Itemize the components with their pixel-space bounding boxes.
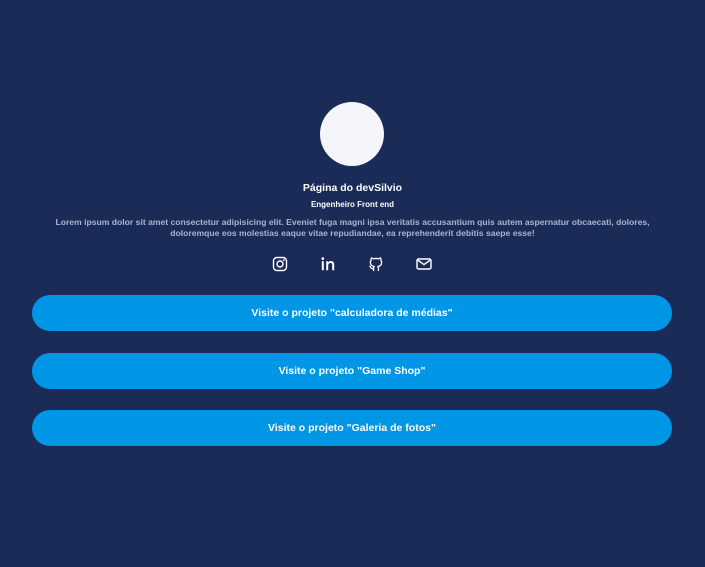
instagram-link[interactable] (271, 255, 289, 273)
mail-icon (415, 255, 433, 273)
project-link-galeria[interactable]: Visite o projeto "Galeria de fotos" (32, 410, 672, 446)
linkedin-icon (319, 255, 337, 273)
github-link[interactable] (367, 255, 385, 273)
profile-role: Engenheiro Front end (310, 200, 395, 209)
instagram-icon (271, 255, 289, 273)
page-title: Página do devSilvio (302, 182, 403, 194)
email-link[interactable] (415, 255, 433, 273)
linkedin-link[interactable] (319, 255, 337, 273)
project-link-calculadora[interactable]: Visite o projeto "calculadora de médias" (32, 295, 672, 331)
social-links (0, 255, 705, 273)
github-icon (367, 255, 385, 273)
project-link-game-shop[interactable]: Visite o projeto "Game Shop" (32, 353, 672, 389)
avatar (320, 102, 384, 166)
profile-bio: Lorem ipsum dolor sit amet consectetur a… (55, 217, 650, 238)
